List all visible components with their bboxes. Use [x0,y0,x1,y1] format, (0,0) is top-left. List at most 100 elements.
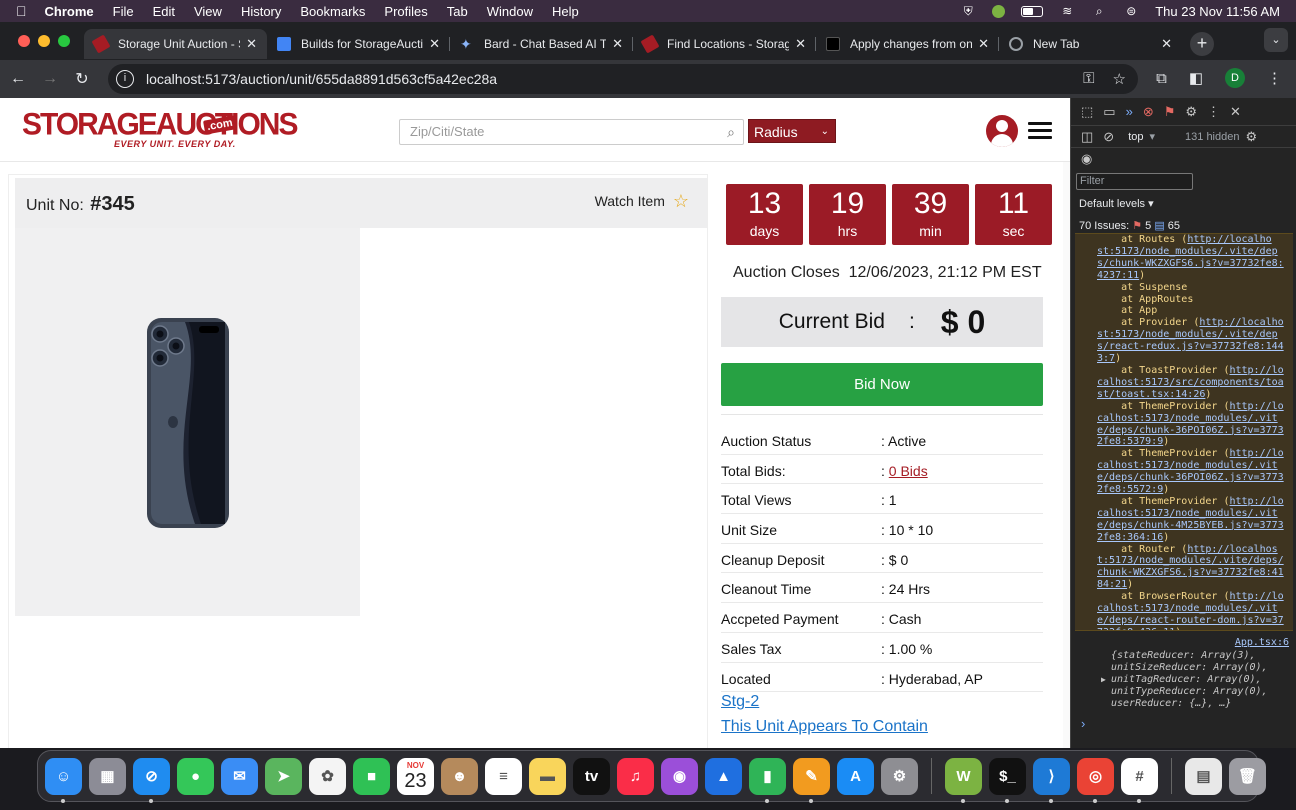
vscode-icon[interactable]: ⟩ [1033,757,1070,803]
terminal-icon[interactable]: $_ [989,757,1026,803]
issues-flag-icon[interactable]: ⚑ [1164,104,1176,120]
radius-select[interactable]: Radius ⌄ [748,119,836,143]
maximize-window-button[interactable] [58,35,70,47]
pages-icon[interactable]: ✎ [793,757,830,803]
chrome-icon[interactable]: ◎ [1077,757,1114,803]
bid-now-button[interactable]: Bid Now [721,363,1043,406]
facility-link[interactable]: Stg-2 [721,693,759,711]
winrar-status-icon[interactable] [992,4,1006,18]
reminders-icon[interactable]: ≡ [485,757,522,795]
close-tab-icon[interactable]: ✕ [978,36,989,52]
music-icon[interactable]: ♫ [617,757,654,795]
launchpad-icon[interactable]: ▦ [89,757,126,795]
photos-icon[interactable]: ✿ [309,757,346,795]
console-object-preview[interactable]: ▶ {stateReducer: Array(3), unitSizeReduc… [1101,638,1293,710]
back-arrow-icon[interactable]: ← [2,70,34,88]
unit-image[interactable] [15,228,360,616]
browser-tab-new-tab[interactable]: New Tab ✕ [999,29,1182,59]
new-tab-button[interactable]: + [1190,32,1214,56]
wifi-icon[interactable]: ≋ [1059,5,1075,17]
devtools-close-icon[interactable]: ✕ [1230,104,1241,120]
notes-icon[interactable]: ▬ [529,757,566,795]
menu-file[interactable]: File [113,4,134,19]
reload-icon[interactable]: ↻ [66,69,98,89]
menu-bookmarks[interactable]: Bookmarks [300,4,365,19]
browser-tab-bard[interactable]: ✦ Bard - Chat Based AI To ✕ [450,29,633,59]
unit-contents-link[interactable]: This Unit Appears To Contain [721,718,928,736]
password-key-icon[interactable]: ⚿ [1083,70,1094,88]
bookmark-star-icon[interactable]: ☆ [1113,70,1126,88]
watch-item-button[interactable]: Watch Item ☆ [595,192,689,210]
podcasts-icon[interactable]: ◉ [661,757,698,795]
messages-icon[interactable]: ● [177,757,214,795]
site-info-icon[interactable]: i [116,70,134,88]
side-panel-icon[interactable]: ◧ [1189,69,1203,87]
menu-tab[interactable]: Tab [447,4,468,19]
finder-icon[interactable]: ☺ [45,757,82,803]
forward-arrow-icon[interactable]: → [34,70,66,88]
profile-avatar[interactable]: D [1225,68,1245,88]
address-bar[interactable]: i localhost:5173/auction/unit/655da8891d… [108,64,1138,94]
slack-icon[interactable]: # [1121,757,1158,803]
maps-icon[interactable]: ➤ [265,757,302,795]
console-prompt-icon[interactable]: › [1081,716,1085,731]
control-center-icon[interactable]: ⊜ [1123,5,1139,17]
menu-history[interactable]: History [241,4,281,19]
log-levels-dropdown[interactable]: Default levels ▾ [1079,197,1154,210]
browser-tab-apply-changes[interactable]: Apply changes from one ✕ [816,29,999,59]
chrome-menu-icon[interactable]: ⋮ [1267,69,1282,87]
browser-tab-builds[interactable]: Builds for StorageAuctic ✕ [267,29,450,59]
minimize-window-button[interactable] [38,35,50,47]
trash-icon[interactable]: 🗑 [1229,757,1266,795]
page-scrollbar[interactable] [1063,162,1070,748]
clear-console-icon[interactable]: ⊘ [1103,129,1114,145]
user-account-icon[interactable] [986,115,1018,147]
menu-window[interactable]: Window [487,4,533,19]
mail-icon[interactable]: ✉ [221,757,258,795]
devtools-more-icon[interactable]: ⋮ [1207,104,1220,120]
close-window-button[interactable] [18,35,30,47]
browser-tab-storage-unit-auction[interactable]: Storage Unit Auction - S ✕ [84,29,267,59]
issues-counter[interactable]: 70 Issues: ⚑ 5 ▤ 65 [1079,219,1180,232]
context-selector[interactable]: top [1128,131,1143,143]
numbers-icon[interactable]: ▮ [749,757,786,803]
more-tabs-chevron-icon[interactable]: » [1126,104,1133,119]
expand-triangle-icon[interactable]: ▶ [1101,674,1106,686]
context-chevron-icon[interactable]: ▾ [1150,130,1156,143]
contacts-icon[interactable]: ☻ [441,757,478,795]
error-count-icon[interactable]: ⊗ [1143,104,1154,120]
console-filter-input[interactable]: Filter [1076,173,1193,190]
appstore-icon[interactable]: A [837,757,874,795]
appletv-icon[interactable]: tv [573,757,610,795]
star-outline-icon[interactable]: ☆ [673,192,689,210]
tab-search-chevron-icon[interactable]: ⌄ [1264,28,1288,52]
sidebar-toggle-icon[interactable]: ◫ [1081,129,1093,145]
location-search-input[interactable]: Zip/Citi/State ⌕ [399,119,744,145]
menu-help[interactable]: Help [552,4,579,19]
safari-icon[interactable]: ⊘ [133,757,170,803]
total-bids-link[interactable]: 0 Bids [889,463,928,479]
facetime-icon[interactable]: ■ [353,757,390,795]
menu-view[interactable]: View [194,4,222,19]
shield-status-icon[interactable]: ⛨ [960,5,976,17]
menu-profiles[interactable]: Profiles [384,4,427,19]
search-icon[interactable]: ⌕ [727,120,735,144]
keynote-icon[interactable]: ▲ [705,757,742,795]
calendar-icon[interactable]: NOV 23 [397,757,434,795]
battery-icon[interactable] [1021,5,1044,17]
menu-app-name[interactable]: Chrome [45,4,94,19]
device-toolbar-icon[interactable]: ▭ [1103,104,1115,120]
menu-edit[interactable]: Edit [153,4,175,19]
close-tab-icon[interactable]: ✕ [612,36,623,52]
console-settings-icon[interactable]: ⚙ [1245,129,1257,145]
browser-tab-find-locations[interactable]: Find Locations - Storag ✕ [633,29,816,59]
menubar-clock[interactable]: Thu 23 Nov 11:56 AM [1155,4,1280,19]
console-source-link[interactable]: st:5173/node_modules/.vite/deps/chunk-WK… [1097,246,1284,281]
system-settings-icon[interactable]: ⚙ [881,757,918,795]
storageauctions-logo[interactable]: STORAGEAUCTIONS .com EVERY UNIT. EVERY D… [22,109,298,152]
close-tab-icon[interactable]: ✕ [1161,36,1172,52]
close-tab-icon[interactable]: ✕ [246,36,257,52]
documents-icon[interactable]: ▤ [1185,757,1222,795]
apple-icon[interactable]:  [16,3,27,19]
devtools-settings-icon[interactable]: ⚙ [1185,104,1197,120]
